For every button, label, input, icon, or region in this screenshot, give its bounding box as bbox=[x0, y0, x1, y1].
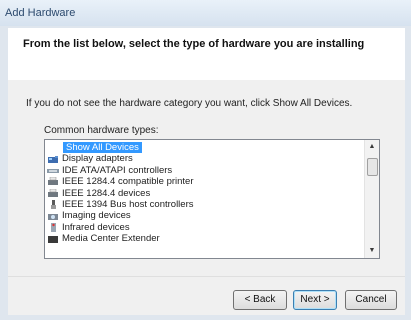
list-item-label: IEEE 1284.4 compatible printer bbox=[62, 176, 194, 188]
list-item-media-center-extender[interactable]: Media Center Extender bbox=[47, 233, 359, 244]
list-item-label: Imaging devices bbox=[62, 210, 131, 222]
printer-icon bbox=[47, 188, 60, 198]
list-item-label: Display adapters bbox=[62, 153, 133, 165]
printer-icon bbox=[47, 177, 60, 186]
list-item-infrared-devices[interactable]: Infrared devices bbox=[47, 222, 359, 233]
next-button[interactable]: Next > bbox=[293, 290, 337, 310]
list-item-ieee-1394-bus[interactable]: IEEE 1394 Bus host controllers bbox=[47, 199, 359, 210]
list-item-label: Infrared devices bbox=[62, 221, 130, 233]
window-title: Add Hardware bbox=[5, 7, 76, 19]
title-bar[interactable]: Add Hardware bbox=[0, 0, 411, 26]
list-item-label: IDE ATA/ATAPI controllers bbox=[62, 164, 173, 176]
scroll-up-arrow-icon[interactable]: ▲ bbox=[365, 140, 379, 154]
media-center-icon bbox=[47, 234, 60, 244]
bus-controller-icon bbox=[47, 200, 60, 210]
list-item-label: IEEE 1284.4 devices bbox=[62, 187, 151, 199]
instructions-text: If you do not see the hardware category … bbox=[26, 98, 353, 109]
list-item-ieee-1284-printer[interactable]: IEEE 1284.4 compatible printer bbox=[47, 176, 359, 187]
hardware-type-list[interactable]: Show All Devices Display adapters IDE AT… bbox=[44, 139, 380, 259]
list-scrollbar[interactable]: ▲ ▼ bbox=[364, 140, 379, 258]
list-item-label: IEEE 1394 Bus host controllers bbox=[62, 198, 194, 210]
list-item-ide-controllers[interactable]: IDE ATA/ATAPI controllers bbox=[47, 165, 359, 176]
cancel-button[interactable]: Cancel bbox=[345, 290, 397, 310]
list-item-label: Show All Devices bbox=[63, 142, 142, 154]
ide-controller-icon bbox=[47, 166, 60, 175]
hardware-types-label: Common hardware types: bbox=[44, 125, 159, 136]
list-item-imaging-devices[interactable]: Imaging devices bbox=[47, 210, 359, 221]
scroll-thumb[interactable] bbox=[367, 158, 378, 176]
list-item-display-adapters[interactable]: Display adapters bbox=[47, 153, 359, 164]
list-item-label: Media Center Extender bbox=[62, 233, 160, 245]
imaging-device-icon bbox=[47, 212, 60, 221]
wizard-header: From the list below, select the type of … bbox=[8, 28, 405, 81]
display-adapter-icon bbox=[47, 155, 60, 164]
list-item-ieee-1284-devices[interactable]: IEEE 1284.4 devices bbox=[47, 188, 359, 199]
list-item-show-all-devices[interactable]: Show All Devices bbox=[47, 142, 359, 154]
back-button[interactable]: < Back bbox=[233, 290, 287, 310]
page-heading: From the list below, select the type of … bbox=[23, 38, 365, 50]
infrared-icon bbox=[47, 222, 60, 232]
scroll-down-arrow-icon[interactable]: ▼ bbox=[365, 244, 379, 258]
